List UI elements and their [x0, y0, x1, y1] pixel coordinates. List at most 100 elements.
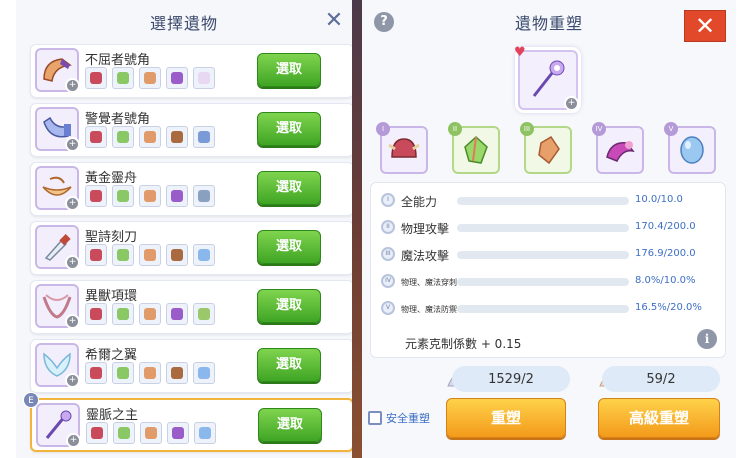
info-icon[interactable]: i [697, 329, 717, 349]
material-slot [139, 303, 161, 325]
material-list [85, 244, 215, 266]
potion-icon [606, 141, 635, 162]
select-button[interactable]: 選取 [257, 348, 321, 382]
plus-icon: + [65, 196, 80, 211]
select-button[interactable]: 選取 [257, 112, 321, 146]
relic-name: 不屈者號角 [85, 53, 151, 68]
stat-bar [457, 224, 629, 232]
relic-select-panel: 選擇遺物 ✕ + 不屈者號角 選取 + 警覺者號角 選取 + 黃金靈舟 選取 +… [16, 0, 354, 458]
material-slot [112, 362, 134, 384]
relic-name: 警覺者號角 [85, 112, 151, 127]
material-list [85, 185, 215, 207]
material-slot [112, 244, 134, 266]
checkbox[interactable] [368, 411, 382, 425]
material-slot [193, 362, 215, 384]
material-list [85, 67, 215, 89]
plus-icon: + [564, 96, 579, 111]
stat-row: V 物理、魔法防禦 16.5%/20.0% [381, 299, 721, 319]
select-button[interactable]: 選取 [257, 289, 321, 323]
plus-icon: + [65, 314, 80, 329]
material-slot [139, 362, 161, 384]
stat-marker-icon: IV [381, 274, 395, 288]
material-cost-2: 59/2 [602, 366, 720, 392]
relic-select-header: 選擇遺物 ✕ [16, 0, 352, 44]
safe-reforge-toggle[interactable]: 安全重塑 [368, 410, 430, 426]
help-icon[interactable]: ? [374, 12, 394, 32]
material-list [85, 303, 215, 325]
stat-bar [457, 197, 629, 205]
material-slot [166, 126, 188, 148]
selected-relic[interactable]: ♥ + [514, 46, 579, 111]
material-slot [193, 67, 215, 89]
slot-3[interactable]: III [520, 122, 572, 174]
advanced-reforge-button[interactable]: 高級重塑 [598, 398, 720, 438]
select-button[interactable]: 選取 [258, 408, 322, 442]
relic-name: 異獸項環 [85, 289, 138, 304]
select-button[interactable]: 選取 [257, 171, 321, 205]
close-icon[interactable]: ✕ [322, 10, 346, 32]
close-button[interactable]: ✕ [684, 10, 726, 42]
stat-row: II 物理攻擊 170.4/200.0 [381, 218, 721, 238]
material-slot [113, 422, 135, 444]
stat-marker-icon: III [381, 247, 395, 261]
shard-icon [538, 135, 560, 165]
relic-row: + 警覺者號角 選取 [30, 103, 354, 157]
material-slot [167, 422, 189, 444]
heart-icon: ♥ [514, 45, 526, 60]
helmet-icon [388, 138, 420, 158]
plus-icon: + [65, 255, 80, 270]
select-button[interactable]: 選取 [257, 53, 321, 87]
slot-number: II [448, 122, 462, 136]
stat-value: 8.0%/10.0% [635, 275, 696, 286]
plus-icon: + [65, 373, 80, 388]
material-slot [166, 303, 188, 325]
slot-4[interactable]: IV [592, 122, 644, 174]
stat-marker-icon: V [381, 301, 395, 315]
relic-row-selected: E + 靈脈之主 選取 [23, 392, 354, 452]
relic-row: + 希爾之翼 選取 [30, 339, 354, 393]
reforge-button[interactable]: 重塑 [446, 398, 566, 438]
stat-label: 全能力 [401, 195, 438, 209]
material-slot [112, 126, 134, 148]
stat-value: 170.4/200.0 [635, 221, 696, 232]
material-cost-1: 1529/2 [452, 366, 570, 392]
material-list [86, 422, 216, 444]
crystal-icon [464, 135, 488, 164]
material-slot [139, 67, 161, 89]
stat-label: 物理攻擊 [401, 222, 450, 236]
slot-5[interactable]: V [664, 122, 716, 174]
material-list [85, 362, 215, 384]
slot-2[interactable]: II [448, 122, 500, 174]
horn-icon: + [35, 107, 80, 152]
stat-marker-icon: I [381, 193, 395, 207]
stat-label: 魔法攻擊 [401, 249, 450, 263]
stat-label: 物理、魔法防禦 [401, 305, 457, 314]
element-coefficient: 元素克制係數 + 0.15 [405, 337, 522, 351]
material-list [85, 126, 215, 148]
material-slot [194, 422, 216, 444]
slot-1[interactable]: I [376, 122, 428, 174]
gem-icon [680, 136, 704, 164]
stat-value: 10.0/10.0 [635, 194, 683, 205]
slot-number: V [664, 122, 678, 136]
relic-row: + 黃金靈舟 選取 [30, 162, 354, 216]
necklace-icon: + [35, 284, 80, 329]
horn-icon: + [35, 48, 80, 93]
relic-reforge-panel: ? 遺物重塑 ✕ ♥ + I II III IV V I 全能力 10.0/10… [362, 0, 736, 458]
relic-row: + 聖詩刻刀 選取 [30, 221, 354, 275]
material-slot [112, 185, 134, 207]
material-slot [166, 244, 188, 266]
stat-bar [457, 305, 629, 313]
material-slot [85, 67, 107, 89]
plus-icon: + [65, 78, 80, 93]
material-slot [85, 362, 107, 384]
plus-icon: + [65, 137, 80, 152]
relic-row: + 異獸項環 選取 [30, 280, 354, 334]
slot-number: I [376, 122, 390, 136]
staff-icon: + [36, 403, 81, 448]
select-button[interactable]: 選取 [257, 230, 321, 264]
wing-icon: + [35, 343, 80, 388]
reforge-header: ? 遺物重塑 ✕ [362, 0, 736, 44]
plus-icon: + [66, 433, 81, 448]
relic-name: 希爾之翼 [85, 348, 138, 363]
